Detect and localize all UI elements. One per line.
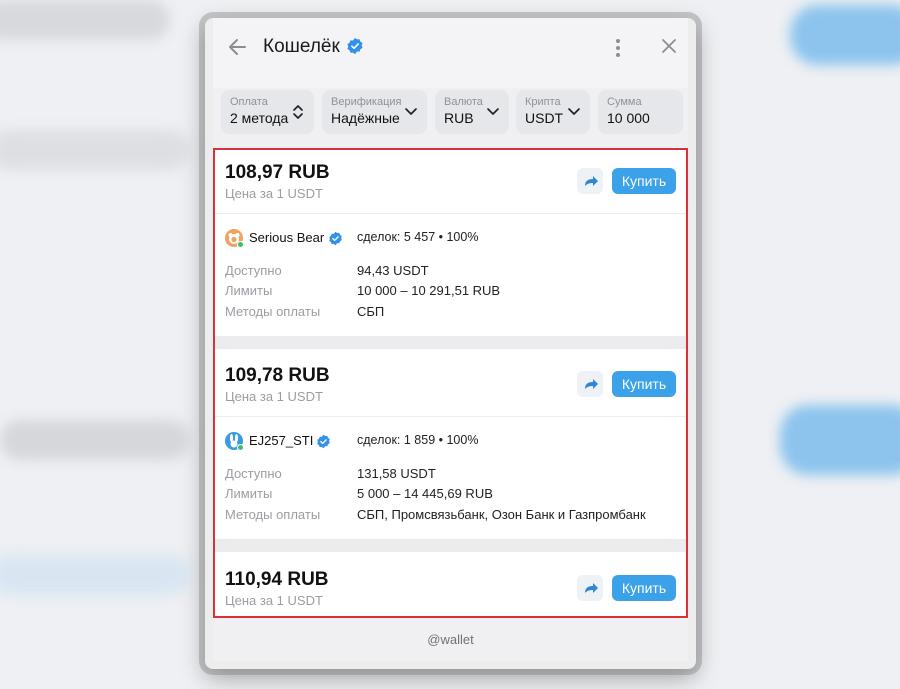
background-blob: [0, 130, 190, 170]
seller-deals: сделок: 1 859 • 100%: [357, 433, 479, 447]
payment-methods-value: СБП, Промсвязьбанк, Озон Банк и Газпромб…: [357, 507, 646, 522]
payment-methods-label: Методы оплаты: [225, 304, 321, 319]
seller-deals: сделок: 5 457 • 100%: [357, 230, 479, 244]
offer-unit: Цена за 1 USDT: [225, 186, 323, 201]
limits-value: 10 000 – 10 291,51 RUB: [357, 283, 501, 298]
divider: [215, 416, 686, 417]
share-arrow-icon: [585, 379, 598, 389]
back-arrow-icon[interactable]: [227, 36, 251, 60]
close-icon[interactable]: [657, 34, 681, 58]
filter-label: Валюта: [444, 96, 483, 108]
seller-name: EJ257_STI: [249, 433, 314, 448]
filter-amount[interactable]: Сумма 10 000: [598, 90, 683, 134]
verified-badge-icon: [346, 37, 366, 57]
seller-row[interactable]: Serious Bear: [225, 229, 345, 249]
verified-badge-icon: [328, 231, 343, 246]
seller-name: Serious Bear: [249, 230, 325, 245]
buy-button[interactable]: Купить: [612, 168, 676, 194]
filter-value: RUB: [444, 110, 474, 126]
background-blob: [0, 555, 190, 595]
limits-value: 5 000 – 14 445,69 RUB: [357, 486, 493, 501]
filter-label: Верификация: [331, 96, 402, 108]
offer-card: 108,97 RUB Цена за 1 USDT Купить Serious…: [215, 150, 686, 336]
offer-unit: Цена за 1 USDT: [225, 389, 323, 404]
offer-card: 109,78 RUB Цена за 1 USDT Купить EJ257_S…: [215, 349, 686, 539]
offer-unit: Цена за 1 USDT: [225, 593, 323, 608]
payment-methods-label: Методы оплаты: [225, 507, 321, 522]
background-blob: [0, 0, 170, 40]
buy-button[interactable]: Купить: [612, 575, 676, 601]
filter-value: 10 000: [607, 110, 650, 126]
available-value: 131,58 USDT: [357, 466, 436, 481]
limits-label: Лимиты: [225, 486, 273, 501]
offer-price: 108,97 RUB: [225, 162, 330, 183]
share-button[interactable]: [577, 168, 603, 194]
chevron-down-icon: [486, 104, 500, 118]
filter-label: Сумма: [607, 96, 642, 108]
filter-currency[interactable]: Валюта RUB: [435, 90, 509, 134]
share-arrow-icon: [585, 176, 598, 186]
offers-list: 108,97 RUB Цена за 1 USDT Купить Serious…: [213, 148, 688, 618]
share-button[interactable]: [577, 371, 603, 397]
more-menu-icon[interactable]: [612, 36, 624, 60]
background-blob: [0, 420, 190, 460]
filter-label: Крипта: [525, 96, 561, 108]
offer-price: 109,78 RUB: [225, 365, 330, 386]
buy-button[interactable]: Купить: [612, 371, 676, 397]
wallet-window: Кошелёк Оплата 2 метода Верификация Надё…: [205, 18, 696, 669]
online-indicator: [237, 444, 244, 451]
filter-crypto[interactable]: Крипта USDT: [516, 90, 590, 134]
seller-row[interactable]: EJ257_STI: [225, 432, 345, 452]
offer-card: 110,94 RUB Цена за 1 USDT Купить: [215, 552, 686, 616]
offer-price: 110,94 RUB: [225, 569, 329, 590]
window-content: Кошелёк Оплата 2 метода Верификация Надё…: [213, 18, 688, 661]
chevron-down-icon: [567, 104, 581, 118]
filter-label: Оплата: [230, 96, 268, 108]
chevron-down-icon: [404, 104, 418, 118]
filter-value: Надёжные: [331, 110, 400, 126]
filter-bar: Оплата 2 метода Верификация Надёжные Вал…: [221, 90, 683, 134]
filter-verification[interactable]: Верификация Надёжные: [322, 90, 427, 134]
window-title: Кошелёк: [263, 36, 340, 57]
divider: [215, 213, 686, 214]
filter-value: USDT: [525, 110, 564, 126]
filter-value: 2 метода: [230, 110, 289, 126]
sort-updown-icon: [291, 104, 305, 119]
background-blob: [780, 405, 900, 475]
available-value: 94,43 USDT: [357, 263, 429, 278]
share-arrow-icon: [585, 583, 598, 593]
verified-badge-icon: [316, 434, 331, 449]
limits-label: Лимиты: [225, 283, 273, 298]
footer-bot-name[interactable]: @wallet: [213, 632, 688, 654]
title-bar: Кошелёк: [213, 18, 688, 88]
payment-methods-value: СБП: [357, 304, 385, 319]
available-label: Доступно: [225, 263, 282, 278]
online-indicator: [237, 241, 244, 248]
available-label: Доступно: [225, 466, 282, 481]
background-blob: [790, 5, 900, 65]
share-button[interactable]: [577, 575, 603, 601]
filter-payment[interactable]: Оплата 2 метода: [221, 90, 314, 134]
